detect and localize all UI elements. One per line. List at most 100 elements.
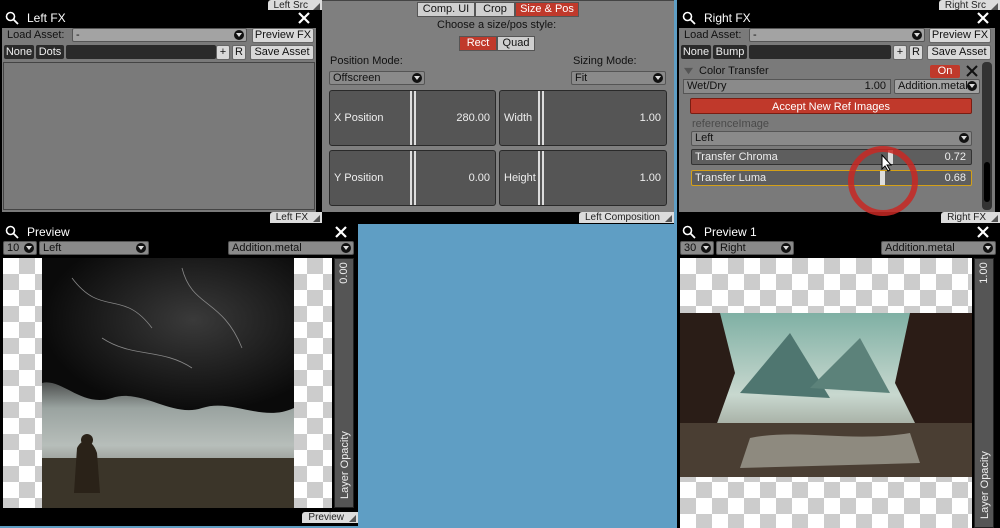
composition-body: Comp. UI Crop Size & Pos Choose a size/p… xyxy=(322,0,674,212)
blend-mode-select[interactable]: Addition.metal xyxy=(894,79,980,94)
chevron-down-icon xyxy=(341,243,351,253)
ref-image-value: Left xyxy=(695,132,714,144)
preview-1-titlebar: Preview 1 xyxy=(677,224,1000,241)
scrollbar[interactable] xyxy=(982,62,992,210)
transfer-luma-slider[interactable]: Transfer Luma 0.68 xyxy=(691,170,972,186)
tab-size-pos[interactable]: Size & Pos xyxy=(515,2,579,17)
add-button[interactable]: + xyxy=(893,45,907,60)
close-icon[interactable] xyxy=(976,225,990,239)
slider-handle[interactable] xyxy=(410,151,416,205)
close-icon[interactable] xyxy=(297,11,311,25)
tab-label: Left FX xyxy=(275,212,308,223)
accept-ref-images-button[interactable]: Accept New Ref Images xyxy=(690,98,972,114)
layer-number-select[interactable]: 10 xyxy=(3,241,37,255)
source-select[interactable]: Left xyxy=(39,241,149,255)
tab-comp-ui[interactable]: Comp. UI xyxy=(417,2,475,17)
close-icon[interactable] xyxy=(976,11,990,25)
panel-title: Left FX xyxy=(27,11,66,25)
close-icon[interactable] xyxy=(334,225,348,239)
tab-label: Left Composition xyxy=(584,212,660,223)
layer-opacity-value: 0.00 xyxy=(338,262,350,284)
layer-opacity-label: Layer Opacity xyxy=(979,451,991,519)
ref-image-select[interactable]: Left xyxy=(691,131,972,146)
save-asset-button[interactable]: Save Asset xyxy=(250,45,314,60)
blend-mode-value: Addition.metal xyxy=(898,80,968,92)
add-button[interactable]: + xyxy=(216,45,230,60)
reload-button[interactable]: R xyxy=(232,45,246,60)
layer-opacity-label: Layer Opacity xyxy=(339,431,351,499)
search-icon[interactable] xyxy=(5,225,19,239)
bump-button[interactable]: Bump xyxy=(713,45,747,59)
transfer-chroma-value: 0.72 xyxy=(944,151,966,163)
left-fx-titlebar: Left FX xyxy=(0,10,322,28)
preview-fx-button[interactable]: Preview FX xyxy=(252,28,314,43)
width-slider[interactable]: Width 1.00 xyxy=(499,90,667,146)
search-icon[interactable] xyxy=(5,11,19,25)
x-position-slider[interactable]: X Position 280.00 xyxy=(329,90,496,146)
right-fx-panel: Right Src Right FX Load Asset: - Preview… xyxy=(677,0,1000,224)
load-asset-select[interactable]: - xyxy=(749,28,925,42)
reload-button[interactable]: R xyxy=(909,45,923,60)
layer-opacity-slider[interactable]: 1.00 Layer Opacity xyxy=(974,258,994,528)
blend-mode-value: Addition.metal xyxy=(885,242,955,254)
y-position-label: Y Position xyxy=(334,172,384,184)
blend-mode-select[interactable]: Addition.metal xyxy=(881,241,996,255)
transfer-chroma-label: Transfer Chroma xyxy=(695,151,778,163)
preview-image xyxy=(42,258,294,508)
source-value: Right xyxy=(720,242,746,254)
chevron-down-icon xyxy=(781,243,791,253)
position-mode-select[interactable]: Offscreen xyxy=(329,71,425,85)
chevron-down-icon xyxy=(412,73,422,83)
none-button[interactable]: None xyxy=(4,45,34,59)
on-toggle-button[interactable]: On xyxy=(930,65,960,78)
width-label: Width xyxy=(504,112,533,124)
right-fx-body: Load Asset: - Preview FX None Bump + R S… xyxy=(679,28,995,216)
slider-handle[interactable] xyxy=(410,91,416,145)
left-composition-tab[interactable]: Left Composition xyxy=(578,212,674,223)
ref-image-label: referenceImage xyxy=(692,118,770,130)
chevron-down-icon xyxy=(967,81,977,91)
load-asset-value: - xyxy=(753,29,757,41)
fx-list-area xyxy=(3,62,315,210)
layer-opacity-slider[interactable]: 0.00 Layer Opacity xyxy=(334,258,354,508)
right-fx-tab[interactable]: Right FX xyxy=(941,212,1000,223)
load-asset-select[interactable]: - xyxy=(72,28,247,42)
preview-fx-button[interactable]: Preview FX xyxy=(929,28,991,43)
search-icon[interactable] xyxy=(682,11,696,25)
load-asset-label: Load Asset: xyxy=(684,29,742,41)
height-slider[interactable]: Height 1.00 xyxy=(499,150,667,206)
save-asset-button[interactable]: Save Asset xyxy=(927,45,991,60)
tab-crop[interactable]: Crop xyxy=(475,2,515,17)
collapse-triangle-icon[interactable] xyxy=(684,67,693,76)
x-position-label: X Position xyxy=(334,112,384,124)
left-fx-tab[interactable]: Left FX xyxy=(269,212,322,223)
layer-number-value: 30 xyxy=(684,242,697,254)
search-icon[interactable] xyxy=(682,225,696,239)
chevron-down-icon xyxy=(653,73,663,83)
layer-number-value: 10 xyxy=(7,242,20,254)
right-fx-titlebar: Right FX xyxy=(677,10,1000,28)
wet-dry-slider[interactable]: Wet/Dry 1.00 xyxy=(683,79,891,94)
slider-handle[interactable] xyxy=(538,91,544,145)
sizing-mode-select[interactable]: Fit xyxy=(571,71,666,85)
chevron-down-icon xyxy=(983,243,993,253)
style-rect-button[interactable]: Rect xyxy=(459,36,497,51)
y-position-slider[interactable]: Y Position 0.00 xyxy=(329,150,496,206)
blend-mode-select[interactable]: Addition.metal xyxy=(228,241,354,255)
style-quad-button[interactable]: Quad xyxy=(497,36,535,51)
preview-panel: Preview 10 Left Addition.metal 0.00 Laye… xyxy=(0,224,358,526)
remove-effect-icon[interactable] xyxy=(966,65,978,77)
none-button[interactable]: None xyxy=(681,45,711,59)
dots-button[interactable]: Dots xyxy=(36,45,64,59)
scrollbar-thumb[interactable] xyxy=(984,162,990,202)
transfer-luma-value: 0.68 xyxy=(944,172,966,184)
transfer-luma-label: Transfer Luma xyxy=(695,172,767,184)
layer-number-select[interactable]: 30 xyxy=(680,241,714,255)
source-select[interactable]: Right xyxy=(716,241,794,255)
transfer-chroma-slider[interactable]: Transfer Chroma 0.72 xyxy=(691,149,972,165)
preview-tab[interactable]: Preview xyxy=(302,512,358,523)
panel-title: Right FX xyxy=(704,11,751,25)
choose-style-label: Choose a size/pos style: xyxy=(437,19,557,31)
slider-handle[interactable] xyxy=(538,151,544,205)
cursor-arrow-icon xyxy=(881,154,893,172)
